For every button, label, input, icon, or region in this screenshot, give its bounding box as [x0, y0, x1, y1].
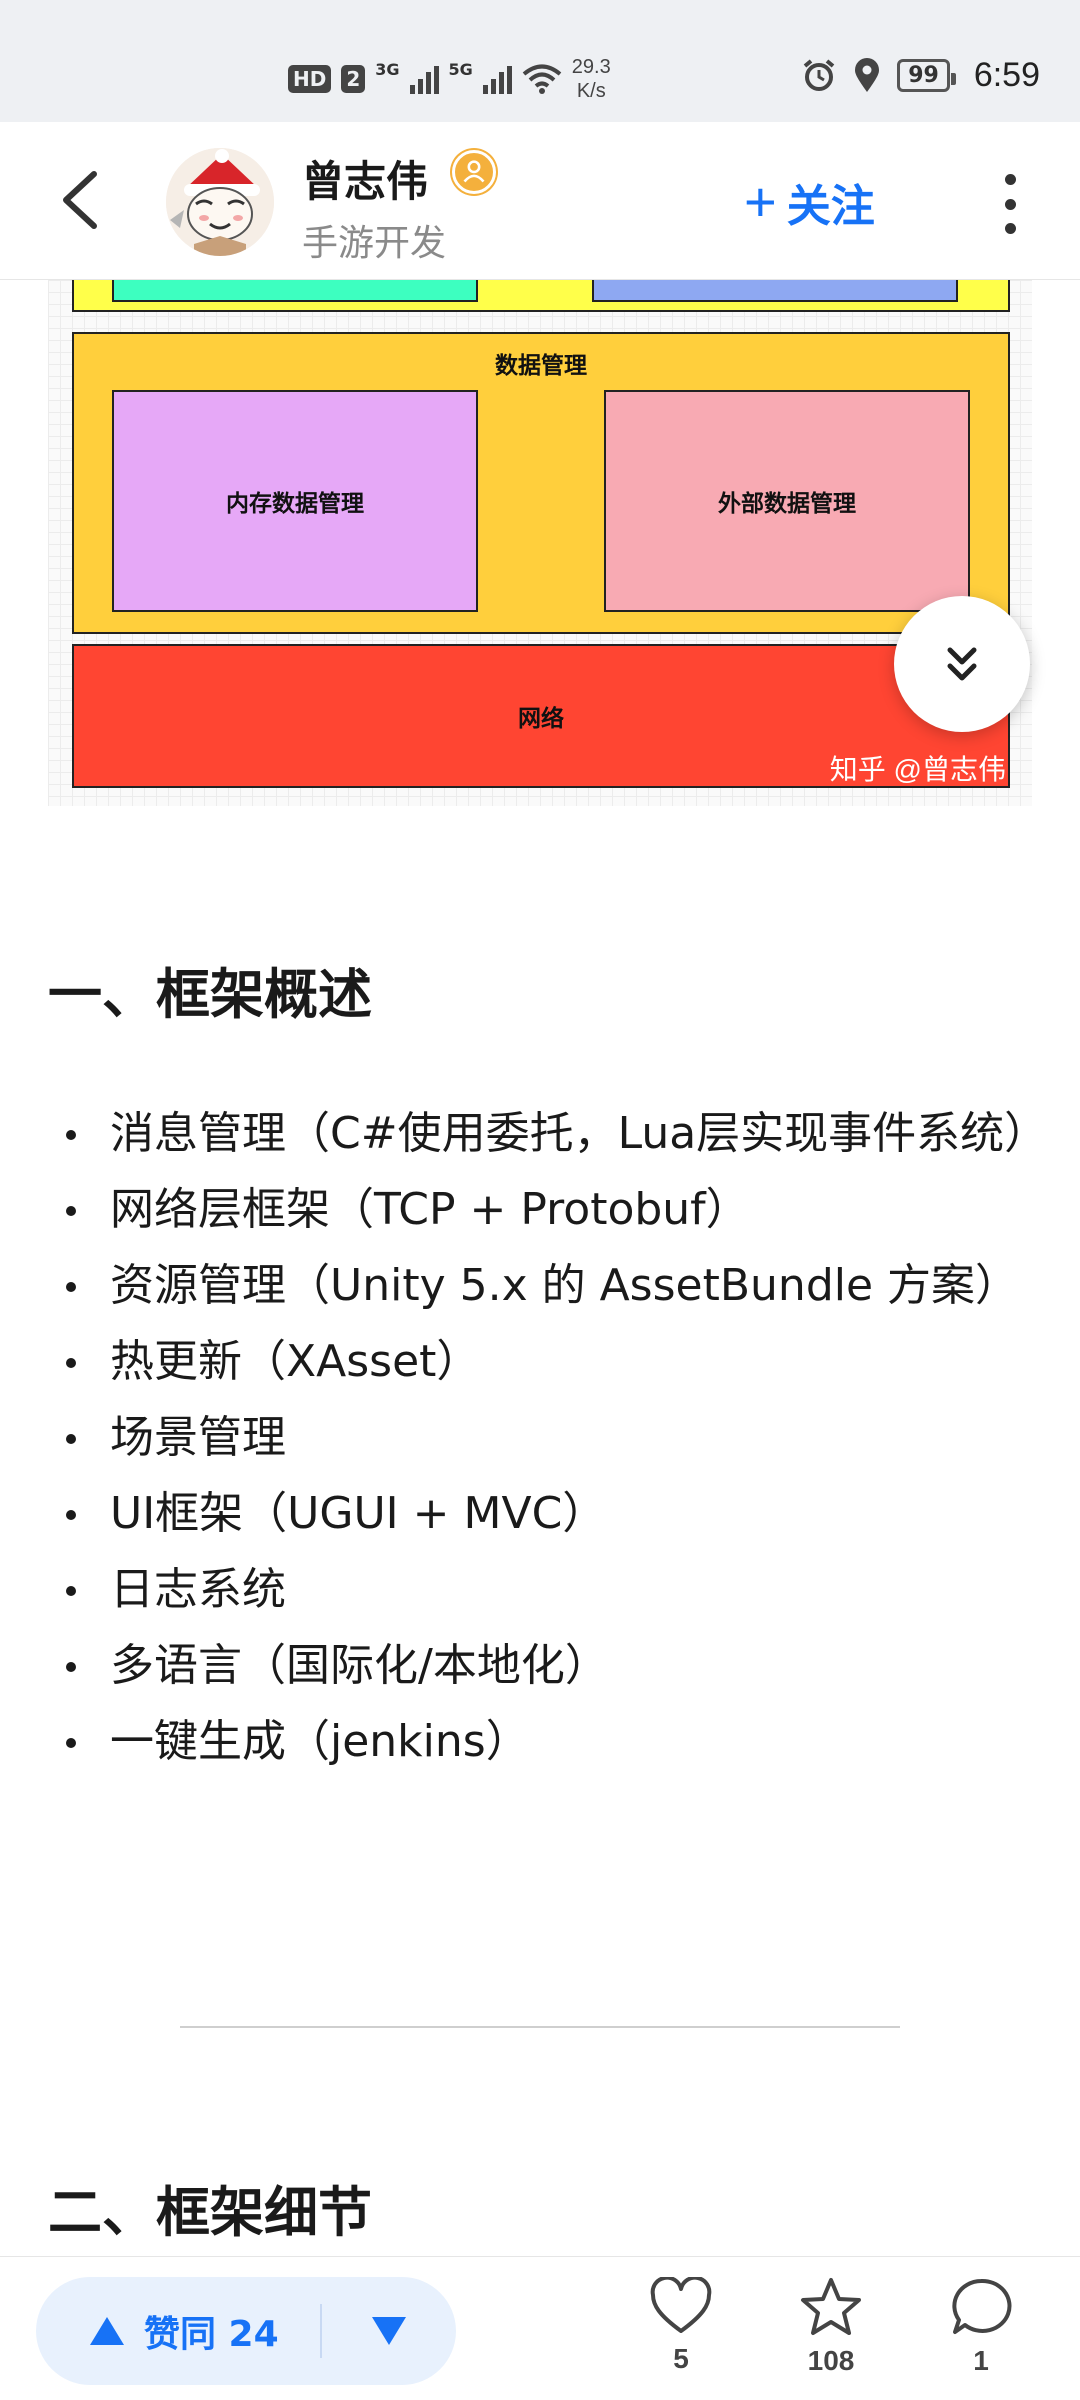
back-button[interactable] [52, 160, 112, 240]
network-speed: 29.3 K/s [572, 55, 611, 103]
bottom-action-bar: 赞同 24 5 108 1 [0, 2256, 1080, 2400]
feature-list: 消息管理（C#使用委托，Lua层实现事件系统） 网络层框架（TCP + Prot… [48, 1096, 1048, 1780]
vote-pill: 赞同 24 [36, 2277, 456, 2385]
triangle-down-icon [372, 2317, 406, 2345]
diagram-memory-data: 内存数据管理 [112, 390, 478, 612]
hd-icon: HD [288, 65, 332, 93]
location-icon [855, 57, 880, 92]
more-dot-icon [1004, 198, 1016, 210]
list-item: 消息管理（C#使用委托，Lua层实现事件系统） [48, 1096, 1048, 1172]
like-count: 5 [673, 2343, 689, 2374]
section-divider [180, 2026, 900, 2028]
comment-bubble-icon [952, 2278, 1012, 2334]
triangle-up-icon [90, 2317, 124, 2345]
architecture-diagram[interactable]: 数据管理 内存数据管理 外部数据管理 网络 知乎 @曾志伟 [48, 280, 1032, 806]
battery-icon: 99 [897, 59, 956, 92]
network-type-2: 5G [448, 59, 473, 79]
list-item: 一键生成（jenkins） [48, 1704, 1038, 1780]
alarm-icon [803, 58, 835, 91]
upvote-label: 赞同 24 [144, 2314, 279, 2355]
list-item: 日志系统 [48, 1552, 1038, 1628]
favorite-count: 108 [807, 2345, 855, 2376]
more-dot-icon [1004, 223, 1016, 234]
avatar[interactable] [166, 148, 274, 256]
plus-icon: + [744, 170, 777, 233]
signal-icon-1 [409, 64, 439, 94]
author-subtitle: 手游开发 [302, 223, 447, 264]
section-heading: 一、框架概述 [48, 963, 372, 1026]
comment-button[interactable]: 1 [936, 2277, 1026, 2393]
network-speed-value: 29.3 [571, 56, 611, 78]
diagram-top-blue-block [592, 280, 958, 302]
image-watermark: 知乎 @曾志伟 [829, 754, 1006, 785]
article-header: 曾志伟 手游开发 + 关注 [0, 122, 1080, 280]
list-item: 网络层框架（TCP + Protobuf） [48, 1172, 1038, 1248]
like-button[interactable]: 5 [636, 2277, 726, 2393]
list-item: 场景管理 [48, 1400, 1038, 1476]
follow-label: 关注 [786, 182, 875, 231]
more-options-button[interactable] [990, 174, 1030, 234]
double-chevron-down-icon [947, 647, 977, 681]
list-item: 多语言（国际化/本地化） [48, 1628, 1038, 1704]
sim-indicator: 2 [341, 65, 366, 93]
follow-button[interactable]: + 关注 [744, 172, 875, 232]
status-bar: HD 2 3G 5G 29.3 K/s 99 6:59 [0, 0, 1080, 122]
wifi-icon [522, 64, 562, 94]
clock: 6:59 [973, 56, 1040, 94]
scroll-down-button[interactable] [894, 596, 1030, 732]
verified-badge-icon [452, 150, 496, 194]
list-item: 资源管理（Unity 5.x 的 AssetBundle 方案） [48, 1248, 1038, 1324]
list-item: UI框架（UGUI + MVC） [48, 1476, 1038, 1552]
upvote-button[interactable]: 赞同 24 [36, 2277, 320, 2385]
favorite-button[interactable]: 108 [786, 2277, 876, 2393]
heart-icon [650, 2277, 712, 2333]
network-type-1: 3G [375, 59, 400, 79]
downvote-button[interactable] [322, 2277, 456, 2385]
status-left-group: HD 2 3G 5G 29.3 K/s [288, 55, 611, 103]
more-dot-icon [1004, 174, 1016, 185]
diagram-external-data: 外部数据管理 [604, 390, 970, 612]
diagram-top-green-block [112, 280, 478, 302]
author-name[interactable]: 曾志伟 [302, 148, 428, 209]
star-icon [801, 2278, 861, 2335]
status-right-group: 99 6:59 [801, 56, 1040, 95]
section-heading: 二、框架细节 [48, 2181, 372, 2244]
network-speed-unit: K/s [576, 80, 606, 102]
comment-count: 1 [973, 2345, 989, 2376]
avatar-illustration-icon [166, 148, 274, 256]
signal-icon-2 [482, 64, 512, 94]
list-item: 热更新（XAsset） [48, 1324, 1038, 1400]
